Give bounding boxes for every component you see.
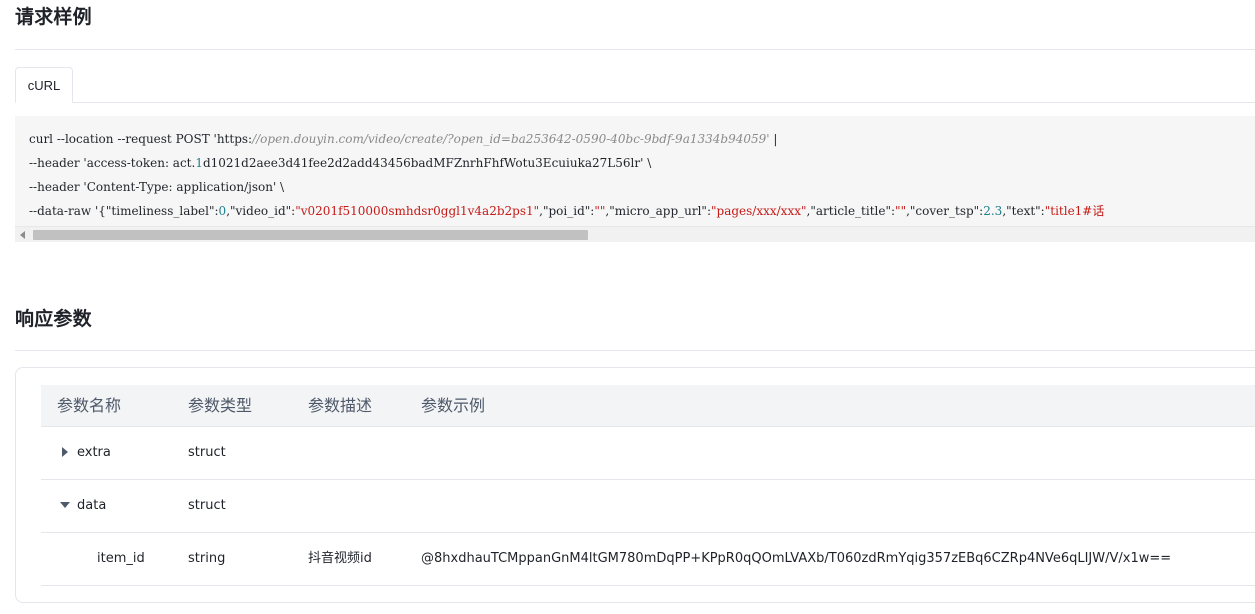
code-line-2-number: 1 [195, 156, 203, 170]
request-example-title: 请求样例 [15, 6, 92, 28]
code-line-4: --data-raw '{"timeliness_label":0,"video… [29, 199, 1104, 223]
table-row-item-id: item_id string 抖音视频id @8hxdhauTCMppanGnM… [41, 533, 1255, 586]
parameter-type-data: struct [188, 498, 226, 513]
table-row-extra[interactable]: extra struct [41, 427, 1255, 480]
header-parameter-description: 参数描述 [308, 396, 373, 415]
header-parameter-example: 参数示例 [421, 396, 486, 415]
request-title-divider [15, 49, 1255, 50]
parameter-example-item-id: @8hxdhauTCMppanGnM4ltGM780mDqPP+KPpR0qQO… [421, 551, 1172, 566]
header-parameter-type: 参数类型 [188, 396, 253, 415]
response-parameters-title: 响应参数 [15, 308, 92, 330]
code-line-1-suffix: | [769, 132, 778, 146]
code-line-3-text: --header 'Content-Type: application/json… [29, 180, 285, 194]
code-line-2: --header 'access-token: act.1d1021d2aee3… [29, 151, 1104, 175]
scroll-left-icon[interactable] [20, 231, 25, 239]
response-title-divider [15, 350, 1255, 351]
code-line-2-token: d1021d2aee3d41fee2d2add43456badMFZnrhFhf… [202, 156, 652, 170]
code-line-1: curl --location --request POST 'https://… [29, 127, 1104, 151]
curl-code-content: curl --location --request POST 'https://… [29, 127, 1104, 223]
code-line-4-cover-tsp-value: 2.3 [983, 204, 1003, 218]
code-line-4-video-id-value: "v0201f510000smhdsr0ggl1v4a2b2ps1" [295, 204, 540, 218]
code-line-1-prefix: curl --location --request POST 'https: [29, 132, 253, 146]
code-line-4-text-value: "title1#话 [1044, 204, 1105, 218]
curl-code-block: curl --location --request POST 'https://… [15, 116, 1255, 242]
code-line-4-micro-app-url-value: "pages/xxx/xxx" [711, 204, 807, 218]
parameter-type-extra: struct [188, 445, 226, 460]
code-line-3: --header 'Content-Type: application/json… [29, 175, 1104, 199]
parameter-name-data: data [77, 498, 107, 513]
code-line-4-part-3: ,"poi_id": [539, 204, 595, 218]
code-line-4-part-5: ,"article_title": [806, 204, 896, 218]
parameter-name-item-id: item_id [97, 551, 145, 566]
code-line-2-prefix: --header 'access-token: act. [29, 156, 196, 170]
code-line-4-part-6: ,"cover_tsp": [906, 204, 984, 218]
parameter-type-item-id: string [188, 551, 226, 566]
scroll-thumb[interactable] [33, 230, 588, 240]
code-line-4-part-1: --data-raw '{"timeliness_label": [29, 204, 219, 218]
header-parameter-name: 参数名称 [57, 396, 122, 415]
parameter-name-extra: extra [77, 445, 111, 460]
documentation-page: 请求样例 cURL curl --location --request POST… [0, 0, 1255, 614]
code-line-4-part-2: ,"video_id": [226, 204, 296, 218]
table-row-data[interactable]: data struct [41, 480, 1255, 533]
code-line-4-part-7: ,"text": [1002, 204, 1045, 218]
code-line-1-url: //open.douyin.com/video/create/?open_id=… [252, 132, 770, 146]
code-line-4-poi-id-value: "" [594, 204, 606, 218]
table-header: 参数名称 参数类型 参数描述 参数示例 [41, 385, 1255, 427]
response-parameters-table: 参数名称 参数类型 参数描述 参数示例 extra struct data st… [41, 385, 1255, 586]
response-parameters-card: 参数名称 参数类型 参数描述 参数示例 extra struct data st… [15, 367, 1255, 603]
request-example-tabs: cURL [15, 67, 1255, 103]
chevron-down-icon[interactable] [60, 500, 70, 510]
chevron-right-icon[interactable] [60, 447, 70, 457]
code-horizontal-scrollbar[interactable] [15, 226, 1255, 242]
parameter-description-item-id: 抖音视频id [308, 551, 372, 566]
code-line-4-part-4: ,"micro_app_url": [605, 204, 711, 218]
tab-curl[interactable]: cURL [15, 67, 73, 103]
code-line-4-article-title-value: "" [895, 204, 907, 218]
